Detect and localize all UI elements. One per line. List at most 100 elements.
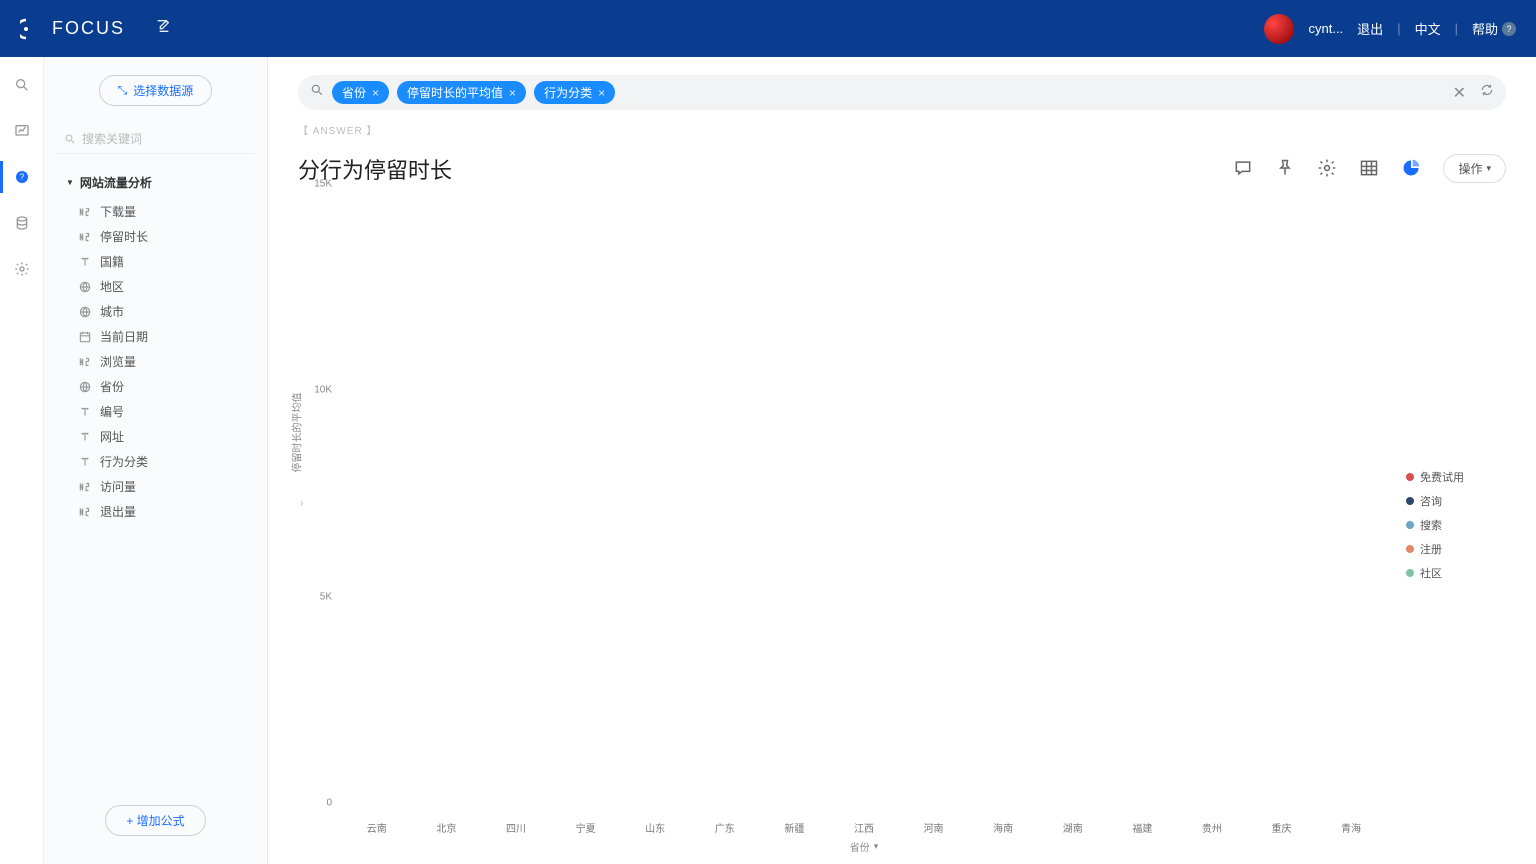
query-pillbar: 省份 × 停留时长的平均值 × 行为分类 × ✕	[298, 75, 1506, 110]
chart-icon[interactable]	[1401, 158, 1421, 178]
legend-item[interactable]: 社区	[1406, 565, 1506, 581]
category-group	[969, 195, 1036, 814]
legend: 免费试用咨询搜索注册社区	[1386, 195, 1506, 854]
legend-swatch	[1406, 473, 1414, 481]
chevron-down-icon: ▾	[874, 841, 879, 852]
field-label: 地区	[100, 278, 124, 295]
x-tick: 重庆	[1247, 814, 1317, 854]
field-item[interactable]: 行为分类	[56, 449, 255, 474]
field-item[interactable]: 地区	[56, 274, 255, 299]
x-tick: 湖南	[1038, 814, 1108, 854]
username[interactable]: cynt...	[1308, 21, 1343, 36]
legend-item[interactable]: 咨询	[1406, 493, 1506, 509]
legend-swatch	[1406, 521, 1414, 529]
x-tick: 河南	[899, 814, 969, 854]
svg-text:?: ?	[19, 173, 24, 182]
nav-settings-icon[interactable]	[12, 259, 32, 279]
field-label: 退出量	[100, 503, 136, 520]
pill-label: 停留时长的平均值	[407, 84, 503, 101]
query-pill[interactable]: 停留时长的平均值 ×	[397, 81, 526, 104]
operate-button[interactable]: 操作▾	[1443, 154, 1506, 183]
nav-search-icon[interactable]	[12, 75, 32, 95]
search-icon[interactable]	[310, 83, 324, 102]
avatar[interactable]	[1264, 14, 1294, 44]
nav-database-icon[interactable]	[12, 213, 32, 233]
search-icon	[64, 133, 76, 145]
pill-label: 省份	[342, 84, 366, 101]
field-item[interactable]: 退出量	[56, 499, 255, 524]
expand-caret-icon[interactable]: ›	[300, 498, 303, 509]
lang-link[interactable]: 中文	[1415, 19, 1441, 38]
logo: FOCUS	[20, 17, 125, 41]
refresh-icon[interactable]	[1480, 83, 1494, 102]
field-item[interactable]: 编号	[56, 399, 255, 424]
x-tick: 贵州	[1177, 814, 1247, 854]
answer-tag: 【 ANSWER 】	[298, 122, 1506, 137]
field-type-icon	[78, 480, 92, 494]
logo-icon	[20, 17, 44, 41]
category-group	[691, 195, 758, 814]
y-axis-label: 停留时长的平均值	[289, 392, 304, 472]
pill-remove-icon[interactable]: ×	[598, 86, 605, 100]
field-item[interactable]: 网址	[56, 424, 255, 449]
help-badge-icon: ?	[1502, 22, 1516, 36]
main: 省份×停留时长的平均值×行为分类× ✕ 【 ANSWER 】 分行为停留时长 操…	[268, 57, 1536, 864]
field-type-icon	[78, 255, 92, 269]
query-pill[interactable]: 省份 ×	[332, 81, 389, 104]
pill-remove-icon[interactable]: ×	[372, 86, 379, 100]
x-axis-label[interactable]: 省份▾	[850, 839, 879, 854]
edit-icon[interactable]	[155, 18, 171, 39]
logout-link[interactable]: 退出	[1357, 19, 1383, 38]
legend-item[interactable]: 注册	[1406, 541, 1506, 557]
pill-label: 行为分类	[544, 84, 592, 101]
x-tick: 云南	[342, 814, 412, 854]
tree-title[interactable]: ▼ 网站流量分析	[66, 174, 255, 191]
topbar-right: cynt... 退出 | 中文 | 帮助 ?	[1264, 14, 1516, 44]
legend-label: 搜索	[1420, 517, 1442, 533]
chart-plot[interactable]	[342, 195, 1386, 814]
nav-dashboard-icon[interactable]	[12, 121, 32, 141]
table-icon[interactable]	[1359, 158, 1379, 178]
field-type-icon	[78, 330, 92, 344]
query-pill[interactable]: 行为分类 ×	[534, 81, 615, 104]
field-item[interactable]: 城市	[56, 299, 255, 324]
add-formula-button[interactable]: + 增加公式	[105, 805, 205, 836]
divider: |	[1397, 21, 1400, 36]
brand-text: FOCUS	[52, 18, 125, 39]
field-type-icon	[78, 280, 92, 294]
help-link[interactable]: 帮助 ?	[1472, 19, 1516, 38]
field-item[interactable]: 省份	[56, 374, 255, 399]
field-item[interactable]: 访问量	[56, 474, 255, 499]
legend-item[interactable]: 免费试用	[1406, 469, 1506, 485]
nav-help-icon[interactable]: ?	[12, 167, 32, 187]
field-item[interactable]: 浏览量	[56, 349, 255, 374]
select-source-button[interactable]: ⤡ 选择数据源	[99, 75, 213, 106]
field-item[interactable]: 国籍	[56, 249, 255, 274]
search-keyword-input[interactable]: 搜索关键词	[56, 124, 255, 154]
divider: |	[1455, 21, 1458, 36]
chevron-down-icon: ▾	[1486, 163, 1491, 174]
gear-icon[interactable]	[1317, 158, 1337, 178]
field-item[interactable]: 当前日期	[56, 324, 255, 349]
category-group	[830, 195, 897, 814]
iconbar: ?	[0, 57, 44, 864]
x-tick: 四川	[481, 814, 551, 854]
field-label: 下载量	[100, 203, 136, 220]
category-group	[552, 195, 619, 814]
pill-remove-icon[interactable]: ×	[509, 86, 516, 100]
comment-icon[interactable]	[1233, 158, 1253, 178]
field-label: 城市	[100, 303, 124, 320]
field-item[interactable]: 下载量	[56, 199, 255, 224]
field-type-icon	[78, 355, 92, 369]
legend-item[interactable]: 搜索	[1406, 517, 1506, 533]
legend-swatch	[1406, 569, 1414, 577]
field-label: 当前日期	[100, 328, 148, 345]
pin-icon[interactable]	[1275, 158, 1295, 178]
chart: 停留时长的平均值 05K10K15K › 云南北京四川宁夏山东广东新疆江西河南海…	[298, 195, 1386, 854]
clear-icon[interactable]: ✕	[1453, 83, 1466, 103]
x-tick: 宁夏	[551, 814, 621, 854]
sidepanel: ⤡ 选择数据源 搜索关键词 ▼ 网站流量分析 下载量停留时长国籍地区城市当前日期…	[44, 57, 268, 864]
legend-swatch	[1406, 497, 1414, 505]
field-type-icon	[78, 205, 92, 219]
field-item[interactable]: 停留时长	[56, 224, 255, 249]
